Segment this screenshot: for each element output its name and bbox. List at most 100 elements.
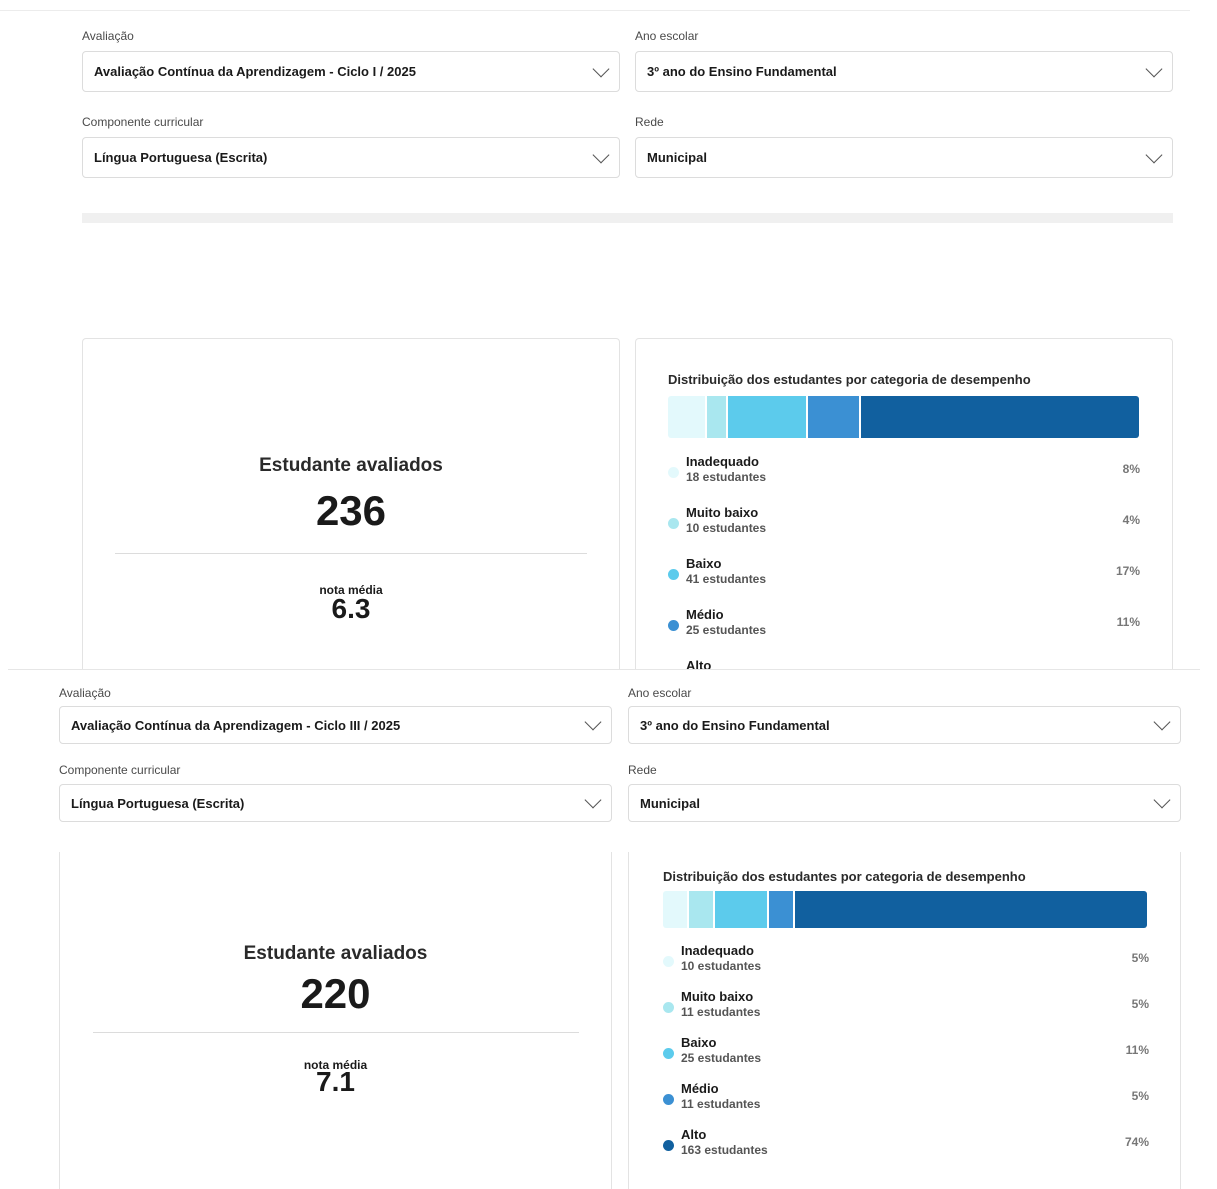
rede-filter-2: Rede Municipal — [628, 763, 1181, 822]
componente-filter-2: Componente curricular Língua Portuguesa … — [59, 763, 612, 822]
ano-escolar-filter-1: Ano escolar 3º ano do Ensino Fundamental — [635, 29, 1173, 93]
category-percent: 5% — [1131, 1089, 1149, 1103]
bar-segment-medio — [808, 396, 860, 438]
componente-value: Língua Portuguesa (Escrita) — [94, 150, 268, 165]
category-dot-icon — [668, 467, 679, 478]
category-count: 25 estudantes — [681, 1051, 762, 1065]
category-count: 163 estudantes — [681, 1143, 768, 1157]
distribution-bar — [663, 891, 1147, 928]
bar-segment-muito-baixo — [688, 891, 713, 928]
bar-segment-alto — [794, 891, 1147, 928]
category-muito-baixo: Muito baixo 11 estudantes 5% — [663, 989, 1149, 1025]
category-dot-icon — [663, 1094, 674, 1105]
rede-label: Rede — [628, 763, 657, 777]
componente-label: Componente curricular — [59, 763, 181, 777]
category-percent: 4% — [1122, 513, 1140, 527]
chevron-down-icon — [1153, 791, 1171, 809]
ano-escolar-select-1[interactable]: 3º ano do Ensino Fundamental — [635, 51, 1173, 92]
bar-segment-baixo — [714, 891, 767, 928]
category-percent: 74% — [1124, 1135, 1149, 1149]
category-name: Alto — [686, 658, 712, 669]
ano-escolar-select-2[interactable]: 3º ano do Ensino Fundamental — [628, 706, 1181, 744]
category-count: 10 estudantes — [681, 959, 762, 973]
distribution-content-1: Distribuição dos estudantes por categori… — [636, 339, 1172, 669]
loading-bar — [82, 213, 1173, 223]
rede-value: Municipal — [640, 795, 700, 811]
category-count: 18 estudantes — [686, 470, 767, 484]
chevron-down-icon — [1145, 60, 1163, 77]
category-medio: Médio 11 estudantes 5% — [663, 1081, 1149, 1117]
avaliacao-value: Avaliação Contínua da Aprendizagem - Cic… — [71, 717, 401, 733]
ano-escolar-value: 3º ano do Ensino Fundamental — [647, 64, 837, 79]
category-dot-icon — [663, 1048, 674, 1059]
distribution-title: Distribuição dos estudantes por categori… — [668, 372, 1031, 387]
students-card-2: Estudante avaliados 220 nota média 7.1 — [59, 852, 612, 1189]
students-count: 236 — [315, 487, 387, 534]
chevron-down-icon — [1153, 713, 1171, 731]
category-name: Inadequado — [686, 454, 759, 469]
componente-select-1[interactable]: Língua Portuguesa (Escrita) — [82, 137, 620, 178]
average-value: 6.3 — [331, 593, 371, 624]
category-percent: 8% — [1122, 462, 1140, 476]
category-count: 11 estudantes — [681, 1097, 761, 1111]
rede-select-2[interactable]: Municipal — [628, 784, 1181, 822]
students-card-1: Estudante avaliados 236 nota média 6.3 — [82, 338, 620, 669]
avaliacao-select-2[interactable]: Avaliação Contínua da Aprendizagem - Cic… — [59, 706, 612, 744]
rede-filter-1: Rede Municipal — [635, 115, 1173, 179]
bar-segment-inadequado — [668, 396, 706, 438]
category-dot-icon — [663, 1140, 674, 1151]
category-baixo: Baixo 25 estudantes 11% — [663, 1035, 1149, 1071]
category-count: 11 estudantes — [681, 1005, 761, 1019]
bar-segment-medio — [768, 891, 793, 928]
category-percent: 17% — [1115, 564, 1140, 578]
category-dot-icon — [668, 620, 679, 631]
componente-filter-1: Componente curricular Língua Portuguesa … — [82, 115, 620, 179]
category-dot-icon — [663, 956, 674, 967]
rede-select-1[interactable]: Municipal — [635, 137, 1173, 178]
average-value: 7.1 — [316, 1066, 355, 1097]
distribution-title: Distribuição dos estudantes por categori… — [663, 869, 1026, 884]
category-alto: Alto 163 estudantes 74% — [663, 1127, 1149, 1163]
chevron-down-icon — [584, 791, 602, 809]
ano-escolar-filter-2: Ano escolar 3º ano do Ensino Fundamental — [628, 686, 1181, 744]
chevron-down-icon — [592, 60, 610, 77]
category-inadequado: Inadequado 10 estudantes 5% — [663, 943, 1149, 979]
avaliacao-filter-2: Avaliação Avaliação Contínua da Aprendiz… — [59, 686, 612, 744]
category-dot-icon — [668, 569, 679, 580]
category-count: 41 estudantes — [686, 572, 767, 586]
rede-value: Municipal — [647, 150, 707, 165]
componente-select-2[interactable]: Língua Portuguesa (Escrita) — [59, 784, 612, 822]
category-name: Baixo — [686, 556, 722, 571]
avaliacao-select-1[interactable]: Avaliação Contínua da Aprendizagem - Cic… — [82, 51, 620, 92]
avaliacao-value: Avaliação Contínua da Aprendizagem - Cic… — [94, 64, 416, 79]
category-percent: 5% — [1131, 997, 1149, 1011]
rede-label: Rede — [635, 115, 664, 129]
category-count: 10 estudantes — [686, 521, 767, 535]
bar-segment-alto — [861, 396, 1139, 438]
students-title: Estudante avaliados — [243, 943, 428, 964]
category-muito-baixo: Muito baixo 10 estudantes 4% — [668, 505, 1140, 541]
category-name: Muito baixo — [686, 505, 759, 520]
top-divider — [0, 10, 1190, 11]
chevron-down-icon — [592, 146, 610, 163]
students-title: Estudante avaliados — [259, 455, 443, 476]
category-name: Baixo — [681, 1035, 717, 1050]
category-percent: 11% — [1116, 615, 1140, 629]
category-count: 25 estudantes — [686, 623, 767, 637]
avaliacao-label: Avaliação — [82, 29, 134, 43]
bar-segment-inadequado — [663, 891, 687, 928]
chevron-down-icon — [584, 713, 602, 731]
category-name: Inadequado — [681, 943, 754, 958]
avaliacao-label: Avaliação — [59, 686, 111, 700]
category-name: Médio — [681, 1081, 719, 1096]
section-divider — [8, 669, 1200, 670]
chevron-down-icon — [1145, 146, 1163, 163]
category-baixo: Baixo 41 estudantes 17% — [668, 556, 1140, 592]
category-percent: 11% — [1125, 1043, 1149, 1057]
category-alto: Alto — [668, 658, 1140, 669]
ano-escolar-value: 3º ano do Ensino Fundamental — [640, 717, 830, 733]
category-name: Médio — [686, 607, 724, 622]
students-count: 220 — [300, 970, 371, 1017]
bar-segment-baixo — [727, 396, 807, 438]
category-name: Alto — [681, 1127, 707, 1142]
